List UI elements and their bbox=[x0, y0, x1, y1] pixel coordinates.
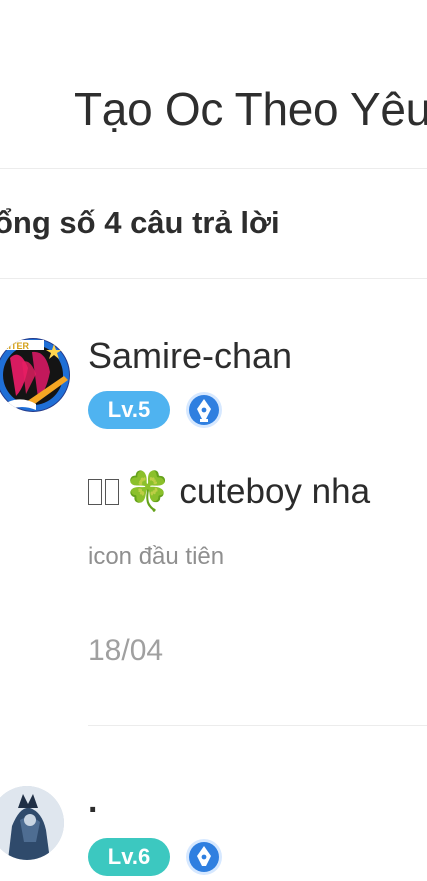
pen-nib-icon bbox=[185, 838, 223, 876]
missing-glyph-icon bbox=[105, 479, 119, 505]
username[interactable]: Samire-chan bbox=[88, 335, 292, 377]
username[interactable]: . bbox=[88, 782, 97, 821]
writer-avatar-icon: RITER bbox=[0, 339, 69, 411]
pen-nib-icon bbox=[185, 391, 223, 429]
clover-icon: 🍀 bbox=[124, 471, 172, 513]
answer-note: icon đầu tiên bbox=[88, 543, 225, 570]
answer-divider bbox=[88, 725, 427, 726]
avatar[interactable]: RITER bbox=[0, 338, 70, 412]
answers-count: ổng số 4 câu trả lời bbox=[0, 205, 280, 240]
missing-glyph-icon bbox=[88, 479, 102, 505]
answer-text: 🍀 cuteboy nha bbox=[88, 470, 370, 514]
knight-avatar-icon bbox=[0, 786, 64, 860]
svg-text:RITER: RITER bbox=[2, 341, 30, 351]
level-badge: Lv.6 bbox=[88, 838, 170, 876]
count-divider bbox=[0, 278, 427, 279]
answer-text-content: cuteboy nha bbox=[179, 472, 371, 511]
title-divider bbox=[0, 168, 427, 169]
page-title: Tạo Oc Theo Yêu bbox=[74, 83, 427, 135]
avatar[interactable] bbox=[0, 786, 64, 860]
answer-date: 18/04 bbox=[88, 634, 164, 667]
level-badge: Lv.5 bbox=[88, 391, 170, 429]
